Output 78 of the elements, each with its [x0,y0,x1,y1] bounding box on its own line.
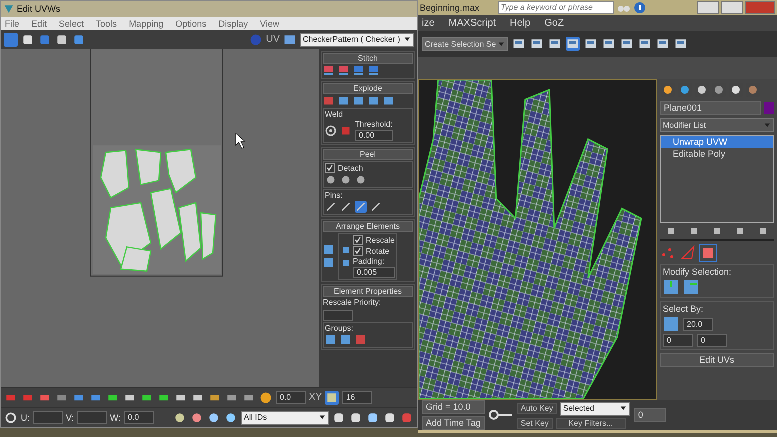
rollout-header[interactable]: Peel [323,149,413,160]
w-spinner[interactable]: 0.0 [124,411,154,424]
value-spinner[interactable]: 0 [663,334,693,347]
menu-item[interactable]: GoZ [544,18,564,28]
w-label: W: [110,412,122,422]
menu-item[interactable]: ize [422,18,435,28]
caret-icon [498,40,506,48]
axis-toggle[interactable]: XY [309,392,322,403]
group-label: Groups: [325,324,354,333]
falloff-spinner[interactable]: 0.0 [276,391,306,404]
uv-toggle[interactable]: UV [266,34,280,45]
caret-icon [404,36,411,43]
cursor-icon [236,133,246,149]
frame-field[interactable]: 0 [634,408,666,422]
caret-icon [620,405,628,412]
search-field[interactable]: Type a keyword or phrase [498,1,614,14]
object-color-swatch[interactable] [764,102,774,114]
texture-dropdown[interactable]: CheckerPattern ( Checker ) [300,32,414,46]
menu-item[interactable]: Mapping [129,18,164,28]
app-logo-icon [4,4,14,14]
object-name-field[interactable]: Plane001 [660,101,761,115]
menu-item[interactable]: MAXScript [448,18,496,28]
padding-spinner[interactable]: 0.005 [353,267,395,278]
v-label: V: [66,412,74,422]
key-filters-button[interactable]: Key Filters... [556,418,626,428]
add-time-tag-field[interactable]: Add Time Tag [422,416,485,430]
modifier-stack-item[interactable]: Editable Poly [661,148,773,160]
modifier-list-dropdown[interactable]: Modifier List [660,118,774,132]
size-spinner[interactable]: 16 [342,391,372,404]
face-select-icon[interactable] [700,245,716,261]
menu-item[interactable]: Options [176,18,207,28]
menu-item[interactable]: Edit [32,18,48,28]
modifier-stack-item[interactable]: Unwrap UVW [661,136,773,148]
minimize-button[interactable] [697,1,719,14]
section-label: Select By: [663,304,705,314]
window-title: Edit UVWs [17,4,61,14]
group-label: Weld [325,110,344,119]
value-spinner[interactable]: 0 [697,334,727,347]
key-icon[interactable] [488,409,513,421]
threshold-spinner[interactable]: 0.00 [355,130,393,141]
checkmark-icon [326,164,334,172]
padding-label: Padding: [353,257,386,266]
threshold-label: Threshold: [355,120,393,129]
menu-item[interactable]: View [260,18,280,28]
priority-label: Rescale Priority: [323,298,382,307]
angle-spinner[interactable]: 20.0 [683,318,713,330]
help-icon[interactable] [634,2,646,14]
caret-icon [764,122,771,128]
grid-readout: Grid = 10.0 [422,400,485,414]
group-label: Pins: [325,191,344,200]
rollout-header[interactable]: Element Properties [323,286,413,297]
option-checkbox[interactable]: Rotate [353,246,395,256]
rollout-header[interactable]: Edit UVs [660,353,774,367]
caret-icon [319,414,326,421]
menu-item[interactable]: Select [59,18,84,28]
triangle-icon[interactable] [680,245,696,261]
rollout-header[interactable]: Arrange Elements [323,221,413,232]
key-mode-dropdown[interactable]: Selected [560,402,630,416]
target-icon[interactable] [325,124,337,136]
id-filter-dropdown[interactable]: All IDs [241,410,329,424]
section-label: Modify Selection: [663,267,733,277]
maximize-button[interactable] [721,1,743,14]
auto-key-button[interactable]: Auto Key [516,403,558,414]
menu-item[interactable]: Help [510,18,531,28]
window-title: Beginning.max [420,2,481,12]
menu-item[interactable]: Tools [96,18,118,28]
u-spinner[interactable] [33,411,63,424]
menu-item[interactable]: Display [218,18,248,28]
option-checkbox[interactable]: Rescale [353,235,395,245]
menu-item[interactable]: File [5,18,20,28]
list-icon[interactable] [283,32,297,46]
v-spinner[interactable] [77,411,108,424]
rollout-header[interactable]: Stitch [323,53,413,64]
priority-spinner[interactable] [323,310,353,321]
u-label: U: [21,412,30,422]
rollout-header[interactable]: Explode [323,83,413,94]
set-key-button[interactable]: Set Key [516,418,553,428]
selection-set-dropdown[interactable]: Create Selection Se [422,37,508,51]
